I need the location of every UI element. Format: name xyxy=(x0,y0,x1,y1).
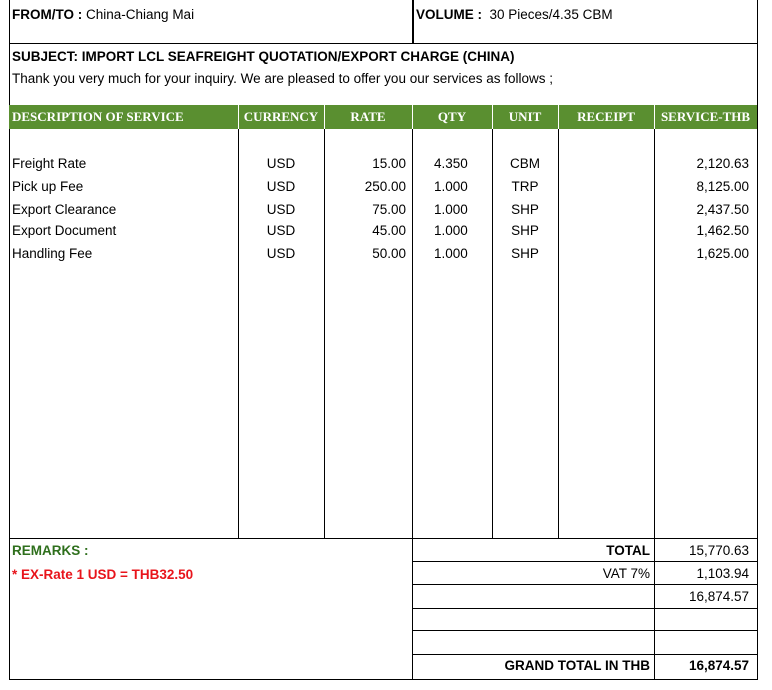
row-rate: 15.00 xyxy=(372,156,406,171)
subject-intro: Thank you very much for your inquiry. We… xyxy=(12,71,553,86)
from-to-value: China-Chiang Mai xyxy=(86,7,195,22)
row-unit: TRP xyxy=(511,179,539,194)
volume-label: VOLUME : xyxy=(416,7,482,22)
row-qty: 1.000 xyxy=(434,179,468,194)
header-separator xyxy=(324,105,325,129)
column-header-rate: RATE xyxy=(350,109,386,124)
volume-field: VOLUME : 30 Pieces/4.35 CBM xyxy=(416,7,613,23)
column-line xyxy=(558,129,559,538)
column-line xyxy=(412,129,413,680)
remarks-note: * EX-Rate 1 USD = THB32.50 xyxy=(12,567,194,582)
row-description: Export Clearance xyxy=(12,202,117,217)
row-qty: 1.000 xyxy=(434,223,468,238)
totals-line xyxy=(412,561,758,562)
info-divider xyxy=(412,0,414,43)
table-body-bottom-line xyxy=(9,538,758,539)
totals-line xyxy=(412,654,758,655)
frame-right xyxy=(757,0,758,680)
row-qty: 4.350 xyxy=(434,156,468,171)
row-currency: USD xyxy=(266,246,296,261)
row-rate: 50.00 xyxy=(372,246,406,261)
row-currency: USD xyxy=(266,223,296,238)
header-separator xyxy=(654,105,655,129)
row-rate: 45.00 xyxy=(372,223,406,238)
header-separator xyxy=(238,105,239,129)
totals-line xyxy=(412,630,758,631)
row-qty: 1.000 xyxy=(434,202,468,217)
info-bottom-line xyxy=(9,43,758,44)
subtotal-value: 16,874.57 xyxy=(688,589,749,604)
row-service-thb: 1,625.00 xyxy=(696,246,749,261)
row-qty: 1.000 xyxy=(434,246,468,261)
row-service-thb: 8,125.00 xyxy=(696,179,749,194)
header-separator xyxy=(412,105,413,129)
total-label: TOTAL xyxy=(606,543,650,558)
vat-label: VAT 7% xyxy=(602,566,650,581)
subject-title: SUBJECT: IMPORT LCL SEAFREIGHT QUOTATION… xyxy=(12,49,515,64)
row-currency: USD xyxy=(266,179,296,194)
row-unit: SHP xyxy=(511,202,539,217)
totals-line xyxy=(412,584,758,585)
column-header-currency: CURRENCY xyxy=(243,109,319,124)
row-unit: CBM xyxy=(510,156,540,171)
row-description: Export Document xyxy=(12,223,117,238)
column-header-receipt: RECEIPT xyxy=(577,109,635,124)
column-header-service-thb: SERVICE-THB xyxy=(660,109,751,124)
grand-total-value: 16,874.57 xyxy=(688,658,749,673)
row-service-thb: 2,437.50 xyxy=(696,202,749,217)
row-description: Pick up Fee xyxy=(12,179,84,194)
header-separator xyxy=(558,105,559,129)
row-unit: SHP xyxy=(511,246,539,261)
row-service-thb: 1,462.50 xyxy=(696,223,749,238)
totals-line xyxy=(412,608,758,609)
remarks-label: REMARKS : xyxy=(12,543,89,558)
from-to-label: FROM/TO : xyxy=(12,7,83,22)
row-currency: USD xyxy=(266,202,296,217)
column-header-unit: UNIT xyxy=(508,109,542,124)
frame-left xyxy=(9,0,10,680)
column-header-description: DESCRIPTION OF SERVICE xyxy=(12,109,184,124)
frame-bottom xyxy=(9,679,758,680)
volume-value: 30 Pieces/4.35 CBM xyxy=(489,7,613,22)
row-rate: 75.00 xyxy=(372,202,406,217)
vat-value: 1,103.94 xyxy=(696,566,749,581)
row-service-thb: 2,120.63 xyxy=(696,156,749,171)
grand-total-label: GRAND TOTAL IN THB xyxy=(504,658,651,673)
row-unit: SHP xyxy=(511,223,539,238)
row-rate: 250.00 xyxy=(364,179,406,194)
column-header-qty: QTY xyxy=(437,109,467,124)
row-description: Handling Fee xyxy=(12,246,93,261)
total-value: 15,770.63 xyxy=(688,543,749,558)
row-currency: USD xyxy=(266,156,296,171)
row-description: Freight Rate xyxy=(12,156,87,171)
from-to-field: FROM/TO : China-Chiang Mai xyxy=(12,7,194,23)
header-separator xyxy=(492,105,493,129)
